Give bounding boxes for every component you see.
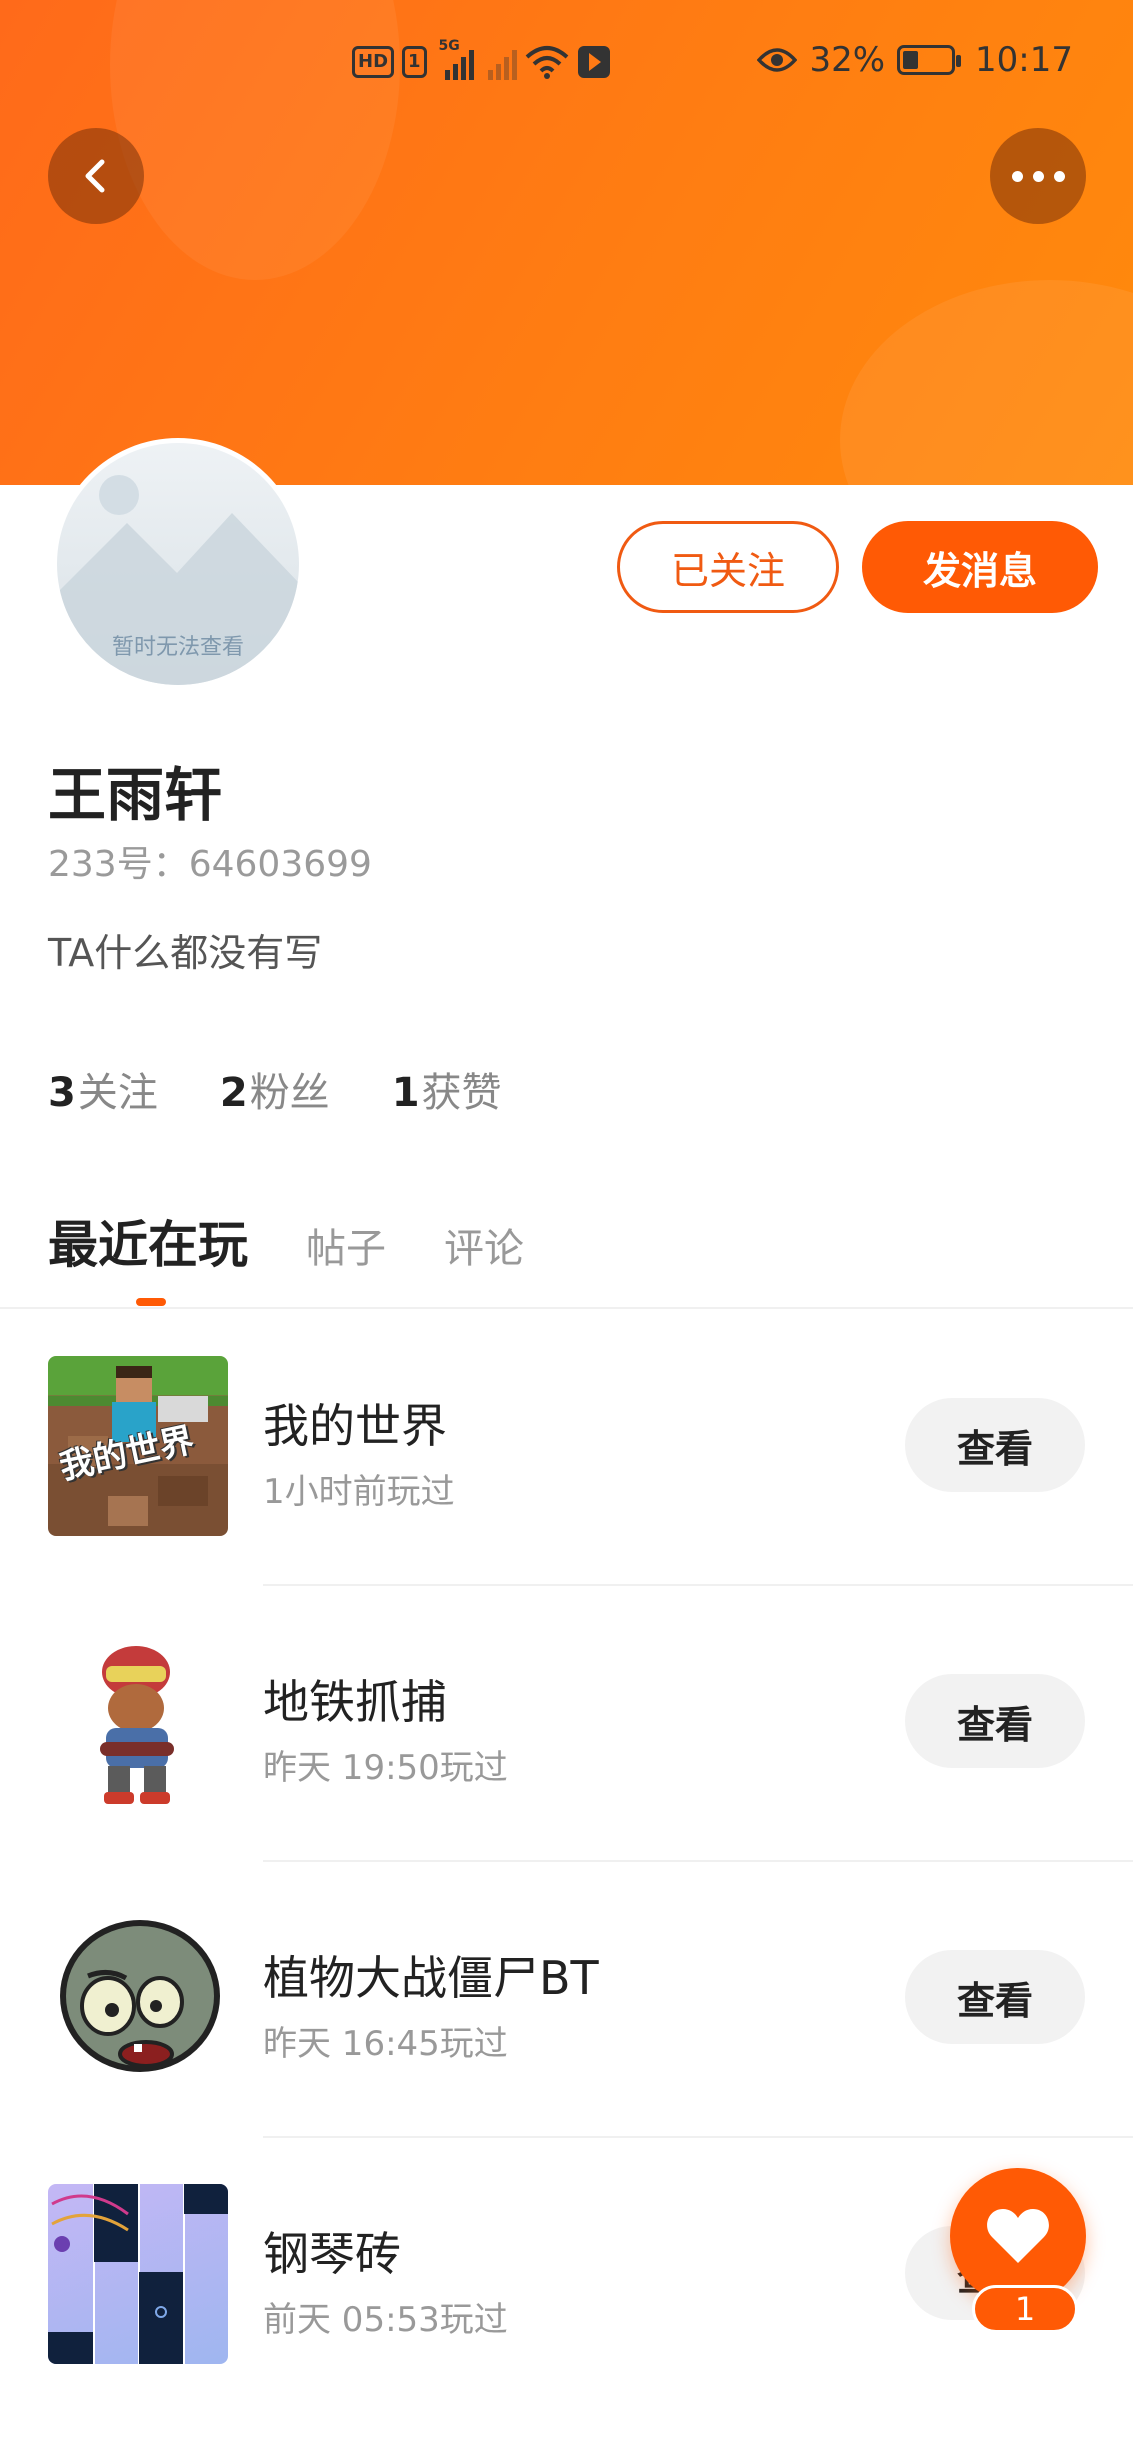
game-title: 我的世界: [263, 1399, 447, 1453]
stat-likes[interactable]: 1获赞: [392, 1060, 502, 1118]
back-button[interactable]: [48, 128, 144, 224]
more-dots-icon: [1011, 170, 1065, 182]
stat-fans[interactable]: 2粉丝: [220, 1060, 330, 1118]
more-options-button[interactable]: [990, 128, 1086, 224]
send-message-button[interactable]: 发消息: [862, 521, 1098, 613]
avatar-placeholder-label: 暂时无法查看: [111, 635, 244, 660]
stat-following[interactable]: 3关注: [48, 1060, 158, 1118]
active-tab-indicator: [136, 1298, 166, 1306]
list-item[interactable]: 植物大战僵尸BT 昨天 16:45玩过 查看: [0, 1908, 1133, 2184]
wifi-icon: [525, 46, 568, 79]
game-title: 钢琴砖: [263, 2227, 401, 2281]
banner-decoration: [840, 280, 1133, 485]
battery-percent: 32%: [809, 40, 886, 80]
status-bar-right: 32% 10:17: [757, 40, 1073, 80]
stat-count: 3: [48, 1070, 76, 1116]
profile-stats: 3关注 2粉丝 1获赞: [48, 1060, 502, 1118]
stat-label: 获赞: [421, 1070, 502, 1116]
zombie-game-icon: [48, 1908, 228, 2088]
heart-icon: [987, 2209, 1049, 2263]
game-played-time: 前天 05:53玩过: [263, 2300, 508, 2340]
status-bar-left: HD 1 5G: [352, 38, 611, 80]
battery-icon: [897, 45, 962, 75]
game-title: 地铁抓捕: [263, 1675, 447, 1729]
minecraft-game-icon: 我的世界: [48, 1356, 228, 1536]
game-title: 植物大战僵尸BT: [263, 1951, 599, 2005]
app-notification-icon: [577, 46, 610, 78]
piano-tiles-game-icon: [48, 2184, 228, 2364]
tab-comments[interactable]: 评论: [444, 1216, 524, 1274]
profile-tabs: 最近在玩 帖子 评论: [48, 1205, 524, 1277]
list-item[interactable]: 我的世界 我的世界 1小时前玩过 查看: [0, 1356, 1133, 1632]
signal-icon: [487, 44, 517, 80]
network-tag: 5G: [438, 38, 460, 54]
sim-badge: 1: [402, 46, 427, 78]
stat-label: 关注: [77, 1070, 158, 1116]
profile-uid: 233号：64603699: [48, 844, 372, 885]
stat-label: 粉丝: [249, 1070, 330, 1116]
divider: [263, 2136, 1133, 2138]
game-played-time: 昨天 16:45玩过: [263, 2024, 508, 2064]
subway-surfers-game-icon: [48, 1632, 228, 1812]
battery-fill: [903, 51, 918, 69]
profile-name: 王雨轩: [48, 761, 223, 829]
view-game-button[interactable]: 查看: [905, 1674, 1085, 1768]
avatar[interactable]: 暂时无法查看: [52, 438, 304, 690]
like-count-badge: 1: [972, 2285, 1078, 2333]
clock: 10:17: [975, 40, 1073, 80]
chevron-left-icon: [85, 159, 105, 193]
divider: [263, 1584, 1133, 1586]
divider: [0, 1307, 1133, 1309]
list-item[interactable]: 地铁抓捕 昨天 19:50玩过 查看: [0, 1632, 1133, 1908]
avatar-placeholder: 暂时无法查看: [57, 443, 299, 685]
following-button[interactable]: 已关注: [617, 521, 839, 613]
game-played-time: 昨天 19:50玩过: [263, 1748, 508, 1788]
status-bar: HD 1 5G 32% 10:17: [0, 36, 1133, 92]
tab-posts[interactable]: 帖子: [306, 1216, 386, 1274]
view-game-button[interactable]: 查看: [905, 1398, 1085, 1492]
tab-recently-played[interactable]: 最近在玩: [48, 1205, 248, 1277]
eye-icon: [757, 48, 798, 72]
hd-badge: HD: [352, 46, 395, 78]
stat-count: 2: [219, 1070, 248, 1116]
profile-bio: TA什么都没有写: [48, 931, 323, 975]
divider: [263, 1860, 1133, 1862]
like-floating-button[interactable]: [950, 2168, 1086, 2304]
game-played-time: 1小时前玩过: [263, 1472, 455, 1512]
stat-count: 1: [391, 1070, 420, 1116]
signal-icon: 5G: [439, 38, 474, 80]
view-game-button[interactable]: 查看: [905, 1950, 1085, 2044]
